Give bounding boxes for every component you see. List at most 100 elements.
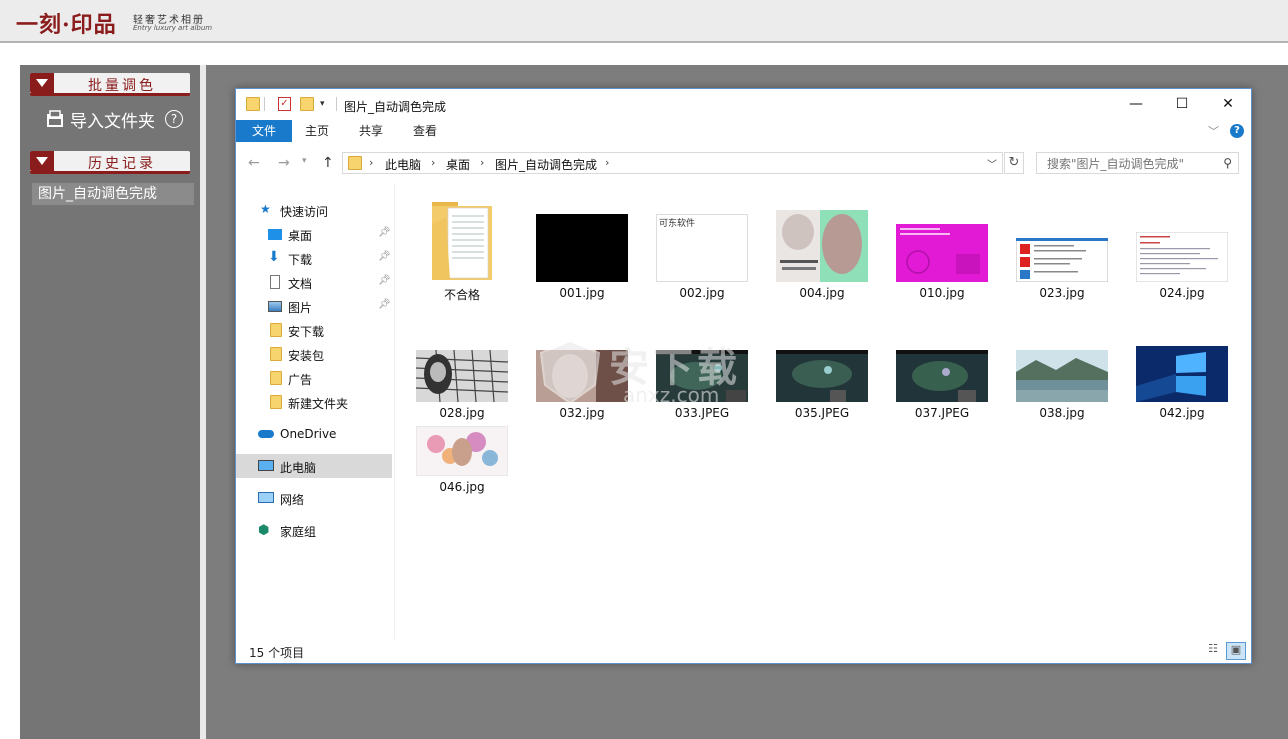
file-item[interactable]: 042.jpg (1126, 314, 1238, 422)
folder-icon (432, 202, 492, 280)
status-bar: 15 个项目 ☷ ▣ (236, 639, 1251, 663)
breadcrumb-separator-icon[interactable]: › (369, 156, 373, 169)
help-icon[interactable]: ? (165, 110, 183, 128)
file-item[interactable]: 046.jpg (406, 424, 518, 532)
history-item[interactable]: 图片_自动调色完成 (32, 183, 194, 205)
file-item[interactable]: 不合格 (406, 194, 518, 302)
nav-folder[interactable]: 新建文件夹 (236, 390, 392, 414)
properties-icon[interactable]: ✓ (278, 97, 291, 111)
import-folder-label: 导入文件夹 (70, 111, 155, 132)
nav-homegroup[interactable]: ⬢ 家庭组 (236, 518, 392, 542)
up-arrow-icon[interactable]: ↑ (322, 155, 334, 171)
nav-downloads[interactable]: ⬇ 下载 📌︎ (236, 246, 392, 270)
details-view-icon[interactable]: ☷ (1204, 642, 1222, 658)
address-dropdown-icon[interactable]: ﹀ (987, 156, 997, 171)
forward-arrow-icon[interactable]: → (278, 155, 290, 171)
nav-network[interactable]: 网络 (236, 486, 392, 510)
desktop-icon (268, 229, 282, 240)
tab-share[interactable]: 共享 (346, 120, 396, 142)
close-button[interactable]: ✕ (1205, 89, 1251, 120)
back-arrow-icon[interactable]: ← (248, 155, 260, 171)
large-icons-view-icon[interactable]: ▣ (1226, 642, 1246, 660)
breadcrumb-separator-icon[interactable]: › (605, 156, 609, 169)
pin-icon[interactable]: 📌︎ (378, 251, 391, 262)
nav-folder[interactable]: 安下载 (236, 318, 392, 342)
file-name: 037.JPEG (914, 406, 970, 420)
pin-icon[interactable]: 📌︎ (378, 275, 391, 286)
help-button[interactable]: ? (1230, 124, 1244, 138)
watermark: 安下载 anxz.com (535, 335, 755, 409)
breadcrumb-desktop[interactable]: 桌面 (446, 156, 470, 173)
app-logo-tagline: Entry luxury art album (133, 24, 213, 32)
folder-icon (348, 156, 362, 170)
file-item[interactable]: 035.JPEG (766, 314, 878, 422)
batch-color-section[interactable]: 批量调色 (30, 73, 190, 96)
breadcrumb-this-pc[interactable]: 此电脑 (385, 156, 421, 173)
import-folder-icon (47, 110, 63, 127)
file-name: 023.jpg (1039, 286, 1085, 300)
search-icon[interactable]: ⚲ (1223, 156, 1232, 170)
recent-dropdown-icon[interactable]: ▾ (302, 156, 307, 166)
file-item[interactable]: 037.JPEG (886, 314, 998, 422)
import-folder-button[interactable]: 导入文件夹 ? (46, 107, 183, 132)
file-name: 042.jpg (1159, 406, 1205, 420)
file-name: 不合格 (443, 288, 480, 302)
pin-icon[interactable]: 📌︎ (378, 299, 391, 310)
new-folder-icon[interactable] (300, 97, 314, 111)
quick-access-dropdown-icon[interactable]: ▾ (320, 99, 325, 109)
homegroup-icon: ⬢ (258, 523, 270, 538)
history-section[interactable]: 历史记录 (30, 151, 190, 174)
image-thumbnail (896, 224, 988, 282)
pictures-icon (268, 301, 282, 312)
tab-home[interactable]: 主页 (294, 120, 340, 142)
file-name: 010.jpg (919, 286, 965, 300)
collapse-triangle-icon[interactable] (30, 73, 54, 93)
nav-documents[interactable]: 文档 📌︎ (236, 270, 392, 294)
file-item[interactable]: 004.jpg (766, 194, 878, 302)
nav-onedrive[interactable]: OneDrive (236, 422, 392, 446)
address-row: ← → ▾ ↑ › 此电脑 › 桌面 › 图片_自动调色完成 › ﹀ ↻ ⚲ (236, 144, 1251, 184)
tab-view[interactable]: 查看 (400, 120, 450, 142)
cloud-icon (258, 430, 274, 438)
maximize-button[interactable]: ☐ (1159, 89, 1205, 120)
breadcrumb-current-folder[interactable]: 图片_自动调色完成 (495, 156, 597, 173)
image-thumbnail (536, 214, 628, 282)
refresh-button[interactable]: ↻ (1004, 152, 1024, 174)
file-item[interactable]: 024.jpg (1126, 194, 1238, 302)
navigation-pane: ★ 快速访问 桌面 📌︎ ⬇ 下载 📌︎ 文档 📌︎ 图片 📌︎ 安下载 安装包… (236, 184, 395, 639)
app-header: 一刻·印品 轻奢艺术相册 Entry luxury art album (0, 0, 1288, 43)
pin-icon[interactable]: 📌︎ (378, 227, 391, 238)
history-label: 历史记录 (88, 156, 156, 172)
image-thumbnail (896, 350, 988, 402)
nav-folder[interactable]: 安装包 (236, 342, 392, 366)
search-box[interactable]: ⚲ (1036, 152, 1239, 174)
nav-pictures[interactable]: 图片 📌︎ (236, 294, 392, 318)
expand-ribbon-icon[interactable]: ﹀ (1208, 123, 1219, 139)
folder-icon (270, 347, 282, 361)
nav-this-pc[interactable]: 此电脑 (236, 454, 392, 478)
collapse-triangle-icon[interactable] (30, 151, 54, 171)
file-item[interactable]: 038.jpg (1006, 314, 1118, 422)
nav-quick-access[interactable]: ★ 快速访问 (236, 198, 392, 222)
nav-folder[interactable]: 广告 (236, 366, 392, 390)
file-name: 004.jpg (799, 286, 845, 300)
file-item[interactable]: 023.jpg (1006, 194, 1118, 302)
search-input[interactable] (1045, 154, 1219, 174)
batch-color-label: 批量调色 (88, 78, 156, 94)
file-item[interactable]: 001.jpg (526, 194, 638, 302)
tab-file[interactable]: 文件 (236, 120, 292, 142)
minimize-button[interactable]: — (1113, 89, 1159, 120)
file-name: 024.jpg (1159, 286, 1205, 300)
address-bar[interactable]: › 此电脑 › 桌面 › 图片_自动调色完成 › ﹀ (342, 152, 1003, 174)
breadcrumb-separator-icon[interactable]: › (480, 156, 484, 169)
ribbon-tabs: 文件 主页 共享 查看 ﹀ ? (236, 120, 1251, 144)
file-name: 035.JPEG (794, 406, 850, 420)
breadcrumb-separator-icon[interactable]: › (431, 156, 435, 169)
file-item[interactable]: 028.jpg (406, 314, 518, 422)
download-icon: ⬇ (268, 249, 280, 265)
file-item[interactable]: 010.jpg (886, 194, 998, 302)
folder-icon (270, 395, 282, 409)
file-item[interactable]: 可东软件 002.jpg (646, 194, 758, 302)
window-titlebar: ✓ ▾ 图片_自动调色完成 — ☐ ✕ (236, 89, 1251, 120)
nav-desktop[interactable]: 桌面 📌︎ (236, 222, 392, 246)
